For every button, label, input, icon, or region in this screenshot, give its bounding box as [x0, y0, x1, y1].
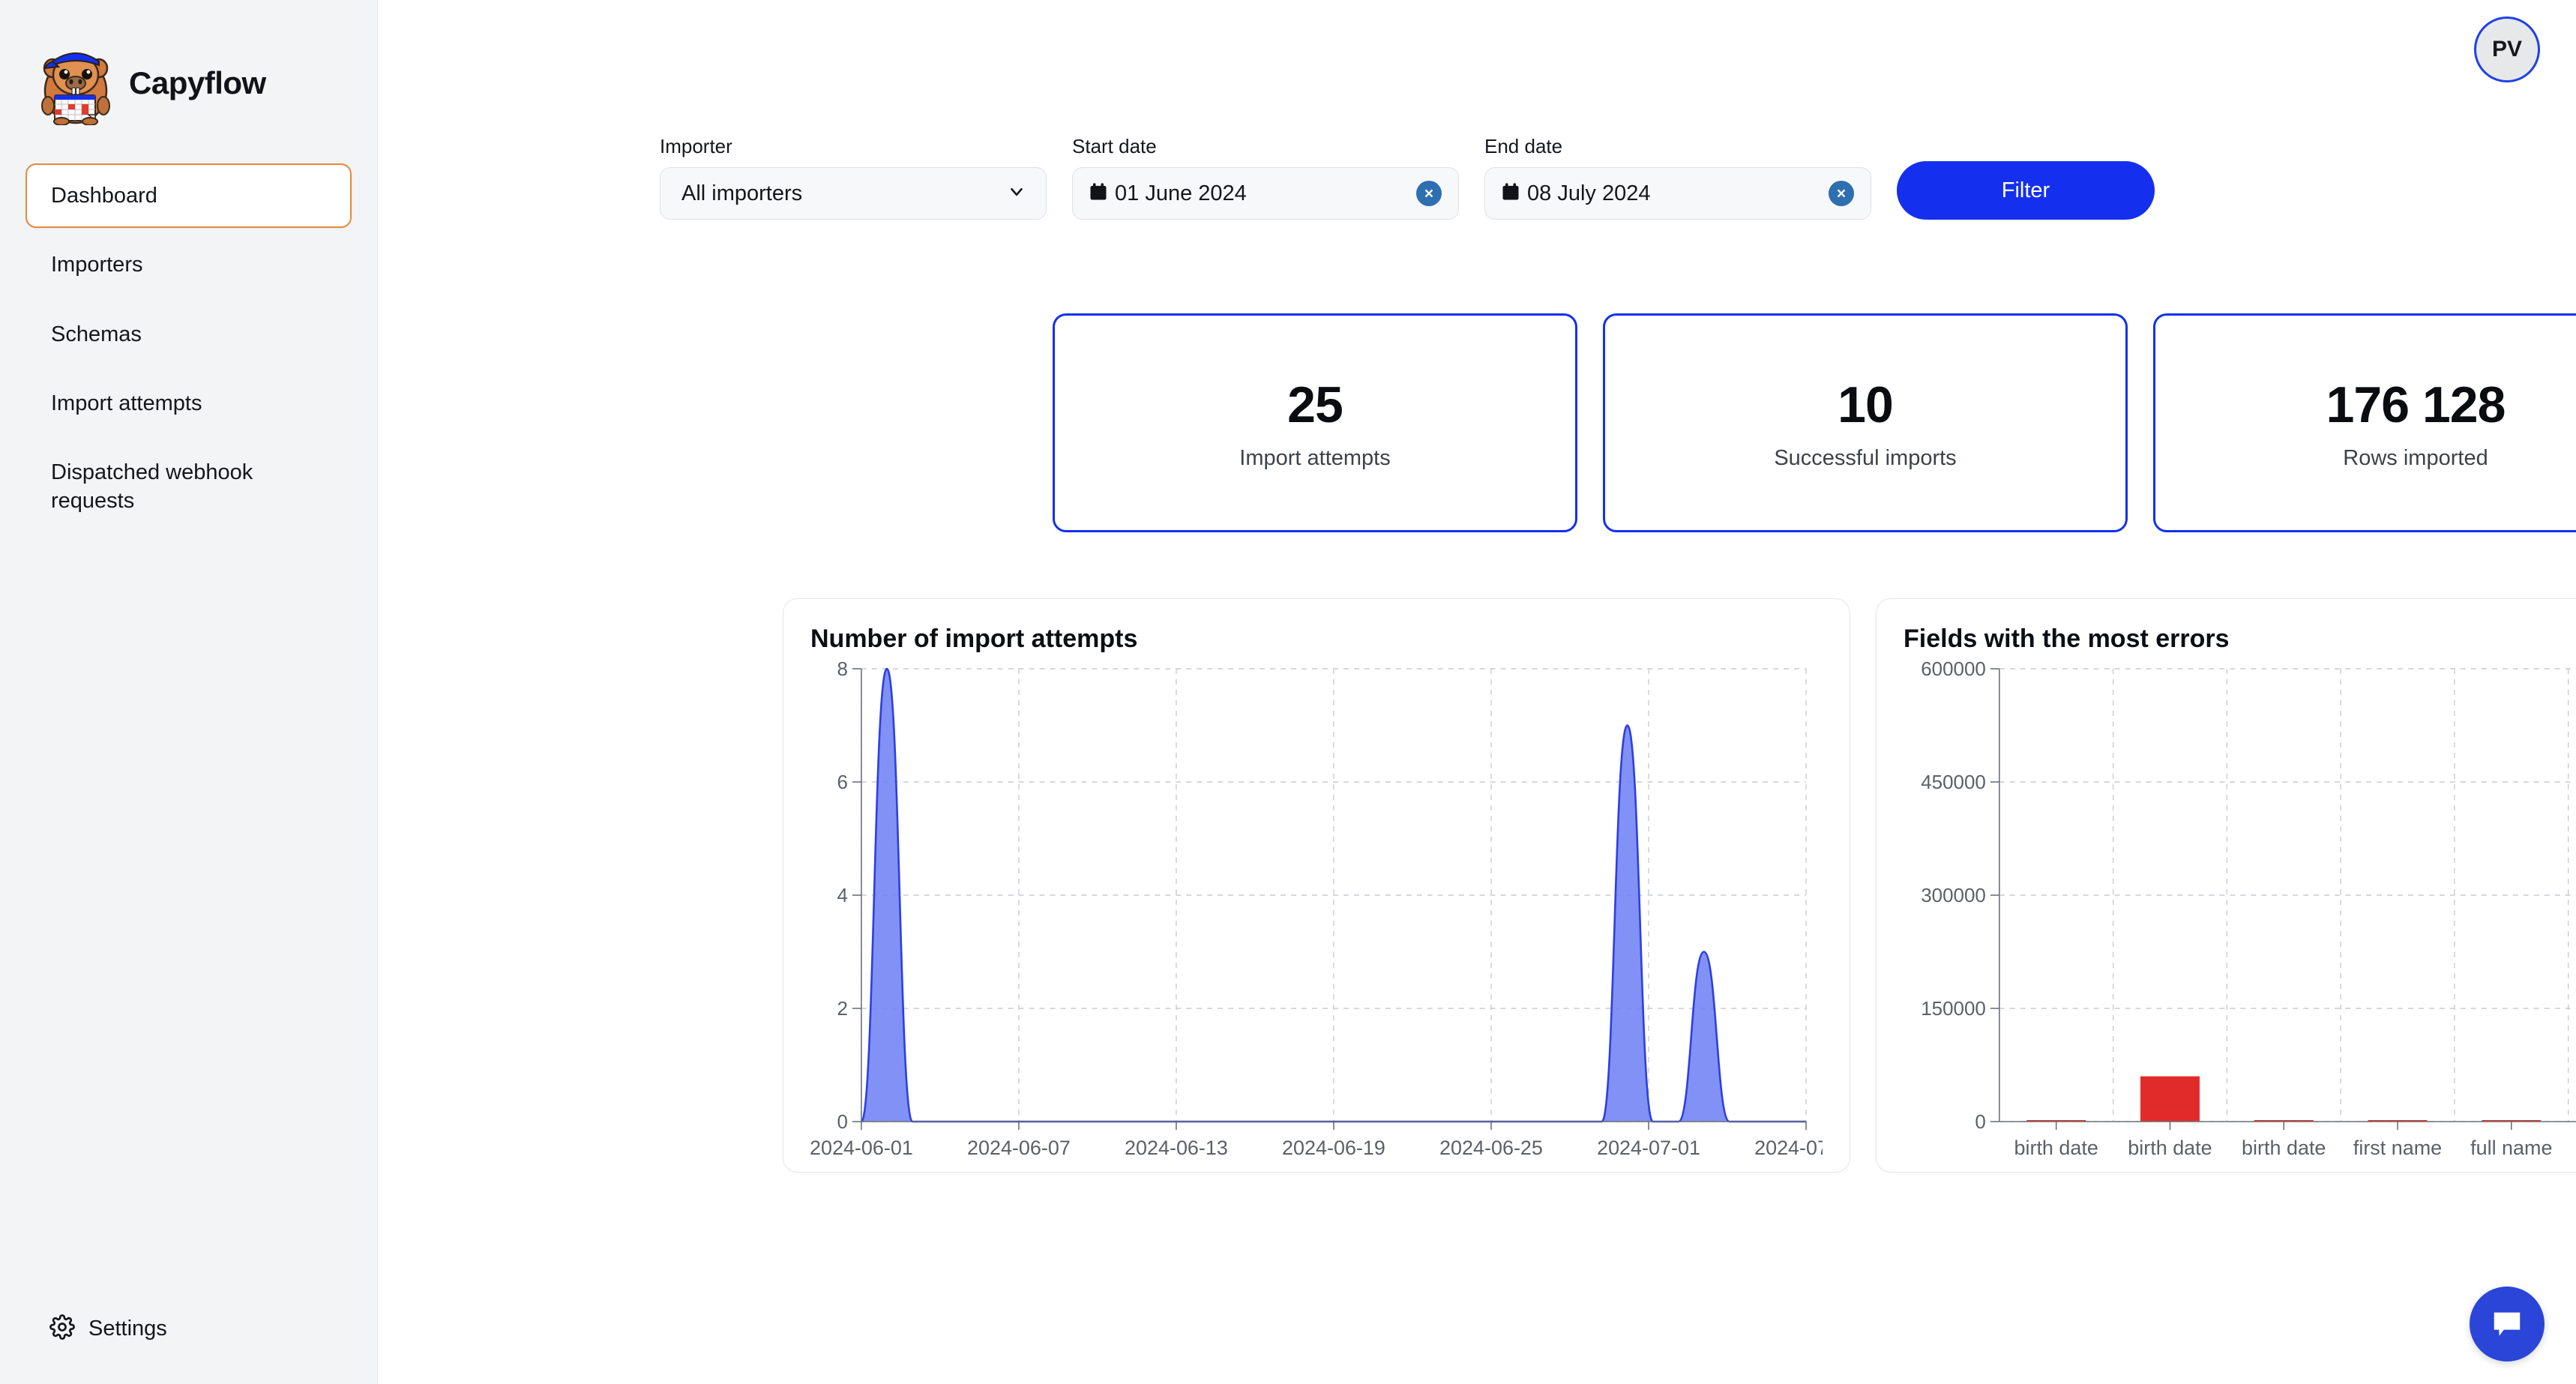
svg-text:2024-06-13: 2024-06-13 [1125, 1137, 1228, 1159]
avatar-initials: PV [2492, 37, 2522, 62]
brand: Capyflow [0, 0, 377, 150]
filter-bar: Importer All importers Start date [660, 135, 2155, 220]
stat-card-import-attempts: 25 Import attempts [1053, 313, 1577, 532]
svg-text:birth date: birth date [2242, 1137, 2326, 1159]
chart-title: Fields with the most errors [1904, 625, 2576, 654]
svg-text:2024-07-08: 2024-07-08 [1754, 1137, 1823, 1159]
clear-end-date-icon[interactable]: × [1829, 181, 1854, 206]
svg-text:2: 2 [837, 997, 847, 1020]
avatar[interactable]: PV [2474, 16, 2540, 82]
chart-card-import-attempts: Number of import attempts 0 2 4 6 8 2024-06-0… [783, 598, 1850, 1173]
sidebar-item-importers[interactable]: Importers [25, 232, 352, 297]
bar-chart: 0 150000 300000 450000 600000 birth date birth… [1904, 661, 2576, 1165]
end-date-input[interactable]: 08 July 2024 × [1484, 167, 1871, 220]
main-content: PV Importer All importers Start date [378, 0, 2576, 1384]
start-date-input[interactable]: 01 June 2024 × [1072, 167, 1459, 220]
chevron-down-icon [1007, 182, 1026, 205]
svg-text:2024-07-01: 2024-07-01 [1597, 1137, 1700, 1159]
svg-text:2024-06-01: 2024-06-01 [810, 1137, 913, 1159]
settings-label: Settings [88, 1317, 167, 1341]
svg-text:full name: full name [2470, 1137, 2552, 1159]
sidebar-nav: Dashboard Importers Schemas Import attem… [0, 150, 377, 534]
capybara-logo-icon [36, 41, 115, 125]
start-date-field: Start date 01 June 2024 × [1072, 135, 1459, 220]
sidebar-item-label: Import attempts [51, 391, 202, 415]
svg-text:birth date: birth date [2014, 1137, 2098, 1159]
sidebar-item-label: Importers [51, 253, 142, 277]
stat-value: 10 [1838, 376, 1893, 434]
svg-text:450000: 450000 [1921, 771, 1986, 793]
sidebar-item-schemas[interactable]: Schemas [25, 302, 352, 367]
stat-value: 25 [1287, 376, 1343, 434]
svg-text:2024-06-19: 2024-06-19 [1282, 1137, 1385, 1159]
svg-text:150000: 150000 [1921, 997, 1986, 1020]
clear-glyph: × [1837, 186, 1846, 202]
sidebar-item-dashboard[interactable]: Dashboard [25, 163, 352, 228]
calendar-icon [1088, 181, 1109, 206]
filter-button[interactable]: Filter [1897, 161, 2155, 220]
end-date-label: End date [1484, 135, 1871, 158]
sidebar-item-dispatched-webhook-requests[interactable]: Dispatched webhook requests [25, 440, 352, 534]
sidebar-item-label: Dispatched webhook requests [51, 460, 253, 513]
importer-field: Importer All importers [660, 135, 1047, 220]
chart-row: Number of import attempts 0 2 4 6 8 2024-06-0… [783, 598, 2576, 1173]
sidebar-item-settings[interactable]: Settings [25, 1307, 191, 1351]
clear-start-date-icon[interactable]: × [1416, 181, 1442, 206]
svg-text:6: 6 [837, 771, 847, 793]
end-date-field: End date 08 July 2024 × [1484, 135, 1871, 220]
chart-card-field-errors: Fields with the most errors 0 150000 30000… [1876, 598, 2576, 1173]
end-date-value: 08 July 2024 [1527, 181, 1650, 206]
gear-icon [49, 1314, 75, 1344]
stat-label: Rows imported [2343, 446, 2488, 471]
start-date-value: 01 June 2024 [1115, 181, 1247, 206]
importer-label: Importer [660, 135, 1047, 158]
stat-value: 176 128 [2326, 376, 2506, 434]
svg-text:first name: first name [2353, 1137, 2442, 1159]
svg-text:2024-06-07: 2024-06-07 [967, 1137, 1071, 1159]
clear-glyph: × [1424, 186, 1433, 202]
svg-text:birth date: birth date [2128, 1137, 2212, 1159]
chart-title: Number of import attempts [810, 625, 1823, 654]
stat-card-successful-imports: 10 Successful imports [1603, 313, 2128, 532]
sidebar-item-label: Schemas [51, 322, 142, 346]
area-chart: 0 2 4 6 8 2024-06-01 2024-06-07 2024-06-13 2024-… [810, 661, 1823, 1165]
app-root: Capyflow Dashboard Importers Schemas Imp… [0, 0, 2576, 1384]
svg-text:4: 4 [837, 884, 847, 906]
importer-selected-value: All importers [681, 181, 802, 206]
stat-card-rows-imported: 176 128 Rows imported [2153, 313, 2576, 532]
chat-bubble-icon[interactable] [2470, 1287, 2545, 1362]
start-date-label: Start date [1072, 135, 1459, 158]
stat-label: Import attempts [1239, 446, 1390, 471]
importer-select[interactable]: All importers [660, 167, 1047, 220]
svg-text:8: 8 [837, 661, 847, 680]
sidebar-item-import-attempts[interactable]: Import attempts [25, 371, 352, 436]
sidebar: Capyflow Dashboard Importers Schemas Imp… [0, 0, 378, 1384]
svg-text:600000: 600000 [1921, 661, 1986, 680]
sidebar-item-label: Dashboard [51, 184, 157, 208]
calendar-icon [1500, 181, 1521, 206]
svg-text:0: 0 [1975, 1110, 1985, 1133]
svg-text:2024-06-25: 2024-06-25 [1439, 1137, 1543, 1159]
stat-cards: 25 Import attempts 10 Successful imports… [1053, 313, 2576, 532]
stat-label: Successful imports [1774, 446, 1956, 471]
svg-text:300000: 300000 [1921, 884, 1986, 906]
svg-text:0: 0 [837, 1110, 847, 1133]
brand-name: Capyflow [129, 65, 266, 101]
